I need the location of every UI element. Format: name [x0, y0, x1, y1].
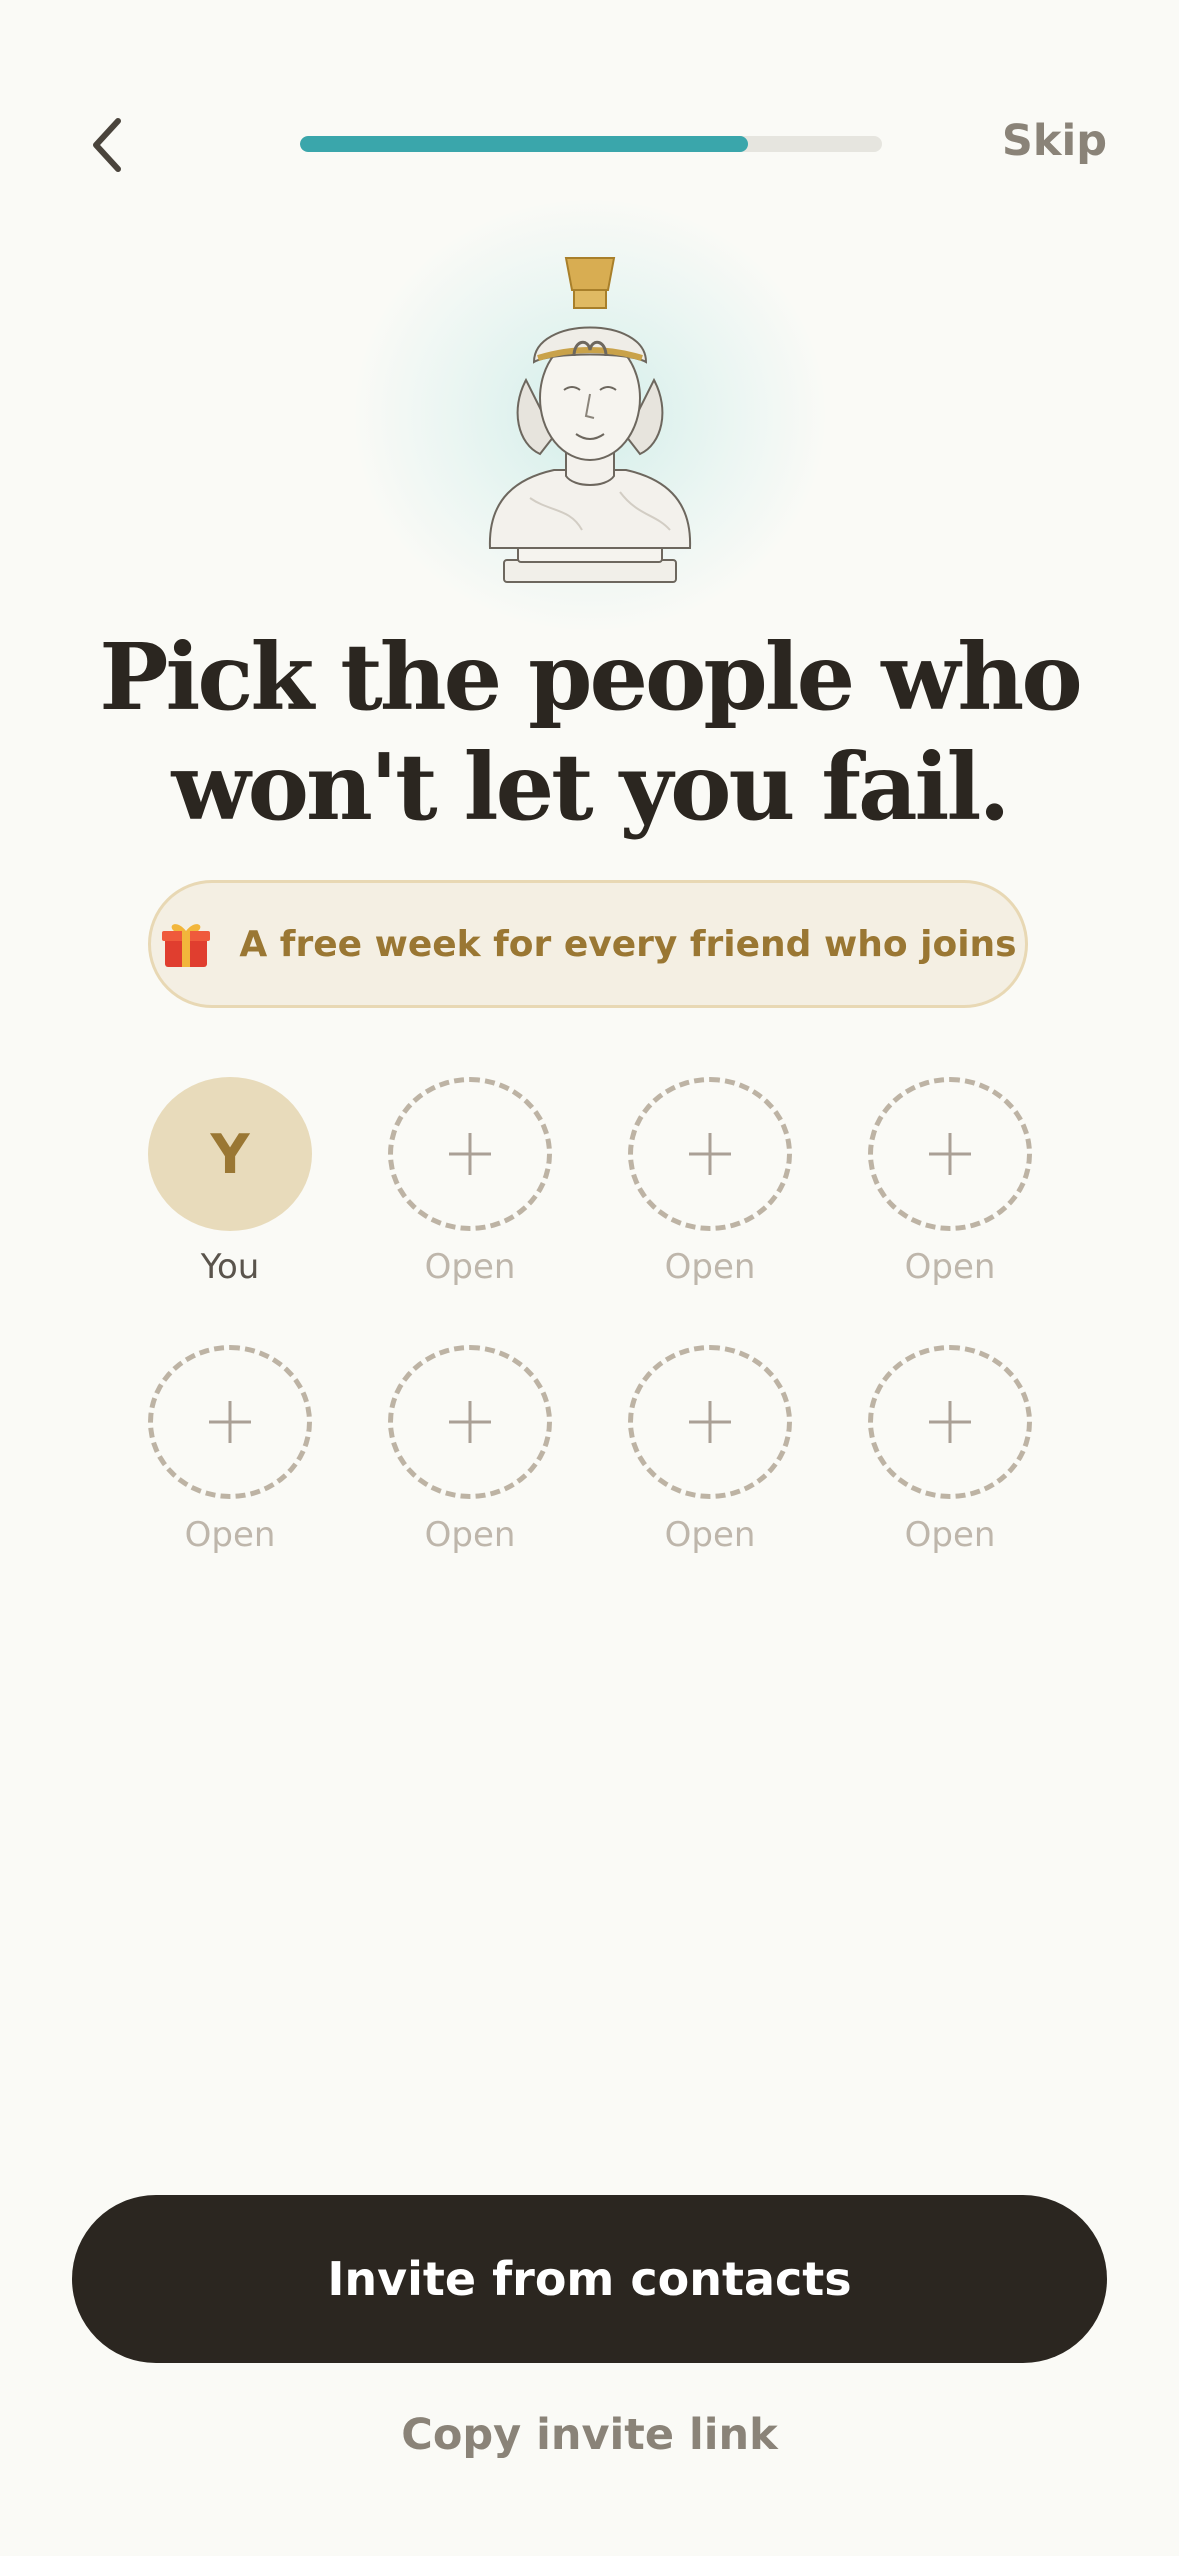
empty-slot-circle — [388, 1077, 552, 1231]
slot-label: Open — [664, 1515, 756, 1555]
slot-open-add-button[interactable]: Open — [388, 1077, 552, 1287]
slot-open-add-button[interactable]: Open — [148, 1345, 312, 1555]
avatar-initial: Y — [210, 1122, 250, 1186]
slot-label: You — [200, 1247, 260, 1287]
page-title: Pick the people who won't let you fail. — [0, 622, 1179, 842]
slot-label: Open — [424, 1247, 516, 1287]
page-title-line-1: Pick the people who — [99, 623, 1082, 731]
plus-icon — [209, 1401, 251, 1443]
back-button[interactable] — [78, 110, 138, 180]
page-title-line-2: won't let you fail. — [171, 733, 1010, 841]
empty-slot-circle — [868, 1077, 1032, 1231]
slot-label: Open — [424, 1515, 516, 1555]
gift-icon — [162, 924, 211, 967]
slot-label: Open — [664, 1247, 756, 1287]
empty-slot-circle — [868, 1345, 1032, 1499]
empty-slot-circle — [388, 1345, 552, 1499]
empty-slot-circle — [148, 1345, 312, 1499]
slot-open-add-button[interactable]: Open — [868, 1345, 1032, 1555]
skip-button[interactable]: Skip — [1002, 116, 1107, 166]
plus-icon — [929, 1401, 971, 1443]
slot-label: Open — [904, 1247, 996, 1287]
plus-icon — [929, 1133, 971, 1175]
plus-icon — [449, 1401, 491, 1443]
slot-label: Open — [184, 1515, 276, 1555]
empty-slot-circle — [628, 1345, 792, 1499]
plus-icon — [449, 1133, 491, 1175]
copy-invite-link-row: Copy invite link — [0, 2410, 1179, 2460]
athena-bust-illustration — [488, 257, 692, 583]
plus-icon — [689, 1133, 731, 1175]
progress-bar — [300, 136, 882, 152]
plus-icon — [689, 1401, 731, 1443]
chevron-left-icon — [93, 118, 121, 172]
promo-text: A free week for every friend who joins — [239, 923, 1017, 965]
empty-slot-circle — [628, 1077, 792, 1231]
slot-open-add-button[interactable]: Open — [868, 1077, 1032, 1287]
invite-from-contacts-label: Invite from contacts — [327, 2252, 852, 2306]
avatar: Y — [148, 1077, 312, 1231]
invite-from-contacts-button[interactable]: Invite from contacts — [72, 2195, 1107, 2363]
progress-bar-fill — [300, 136, 749, 152]
slot-open-add-button[interactable]: Open — [628, 1345, 792, 1555]
copy-invite-link-button[interactable]: Copy invite link — [401, 2410, 777, 2460]
slot-open-add-button[interactable]: Open — [628, 1077, 792, 1287]
slot-open-add-button[interactable]: Open — [388, 1345, 552, 1555]
slot-you: Y You — [148, 1077, 312, 1287]
slot-label: Open — [904, 1515, 996, 1555]
free-week-promo-badge: A free week for every friend who joins — [148, 880, 1028, 1008]
